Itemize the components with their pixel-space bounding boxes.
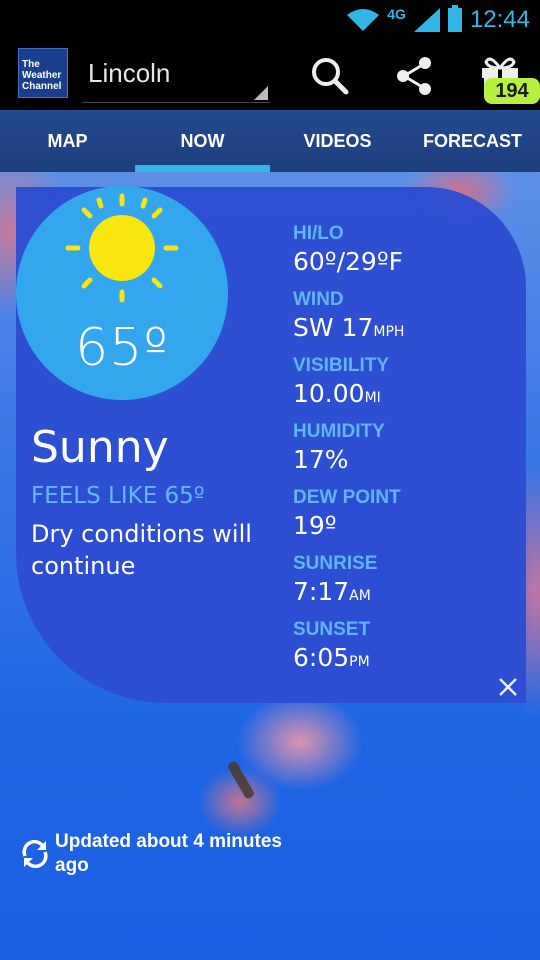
detail-value: 17% [293,445,349,474]
details-list: HI/LO 60º/29ºF WIND SW 17MPH VISIBILITY … [293,222,523,684]
network-type: 4G [387,6,406,22]
detail-label: SUNSET [293,619,371,640]
detail-label: VISIBILITY [293,355,390,376]
close-icon[interactable] [496,675,520,699]
share-icon[interactable] [386,48,442,104]
city-name: Lincoln [88,58,171,88]
detail-value: 7:17AM [293,577,371,606]
detail-value: 60º/29ºF [293,247,403,276]
app-bar: The Weather Channel Lincoln [0,40,540,110]
detail-label: DEW POINT [293,487,401,508]
battery-icon [447,5,462,32]
detail-dew-point: DEW POINT 19º [293,486,523,552]
dropdown-caret-icon [254,86,268,100]
gift-count-badge[interactable]: 194 [484,78,540,104]
condition-description: Dry conditions will continue [31,520,252,580]
refresh-icon[interactable] [20,838,50,870]
detail-visibility: VISIBILITY 10.00MI [293,354,523,420]
wifi-icon [347,9,380,31]
weather-channel-logo[interactable]: The Weather Channel [18,48,68,98]
condition-text: Sunny [31,422,169,473]
detail-sunset: SUNSET 6:05PM [293,618,523,684]
city-dropdown[interactable]: Lincoln [82,50,270,103]
update-text: Updated about 4 minutes ago [55,831,282,876]
tab-forecast[interactable]: FORECAST [405,110,540,172]
status-bar: 4G 12:44 [0,0,540,40]
detail-value: 10.00MI [293,379,381,408]
detail-wind: WIND SW 17MPH [293,288,523,354]
detail-value: 6:05PM [293,643,370,672]
search-icon[interactable] [302,48,358,104]
detail-sunrise: SUNRISE 7:17AM [293,552,523,618]
feels-like: FEELS LIKE 65º [31,483,205,509]
detail-value: 19º [293,511,337,540]
clock: 12:44 [469,6,530,33]
detail-label: WIND [293,289,344,310]
detail-value: SW 17MPH [293,313,405,342]
tab-map[interactable]: MAP [0,110,135,172]
tab-videos[interactable]: VIDEOS [270,110,405,172]
detail-label: SUNRISE [293,553,378,574]
tab-now[interactable]: NOW [135,110,270,172]
sun-icon [65,193,179,303]
current-temperature: 65º [75,318,169,378]
detail-label: HUMIDITY [293,421,385,442]
signal-icon [413,8,440,32]
tab-bar: MAP NOW VIDEOS FORECAST [0,110,540,172]
detail-hilo: HI/LO 60º/29ºF [293,222,523,288]
detail-label: HI/LO [293,223,344,244]
detail-humidity: HUMIDITY 17% [293,420,523,486]
